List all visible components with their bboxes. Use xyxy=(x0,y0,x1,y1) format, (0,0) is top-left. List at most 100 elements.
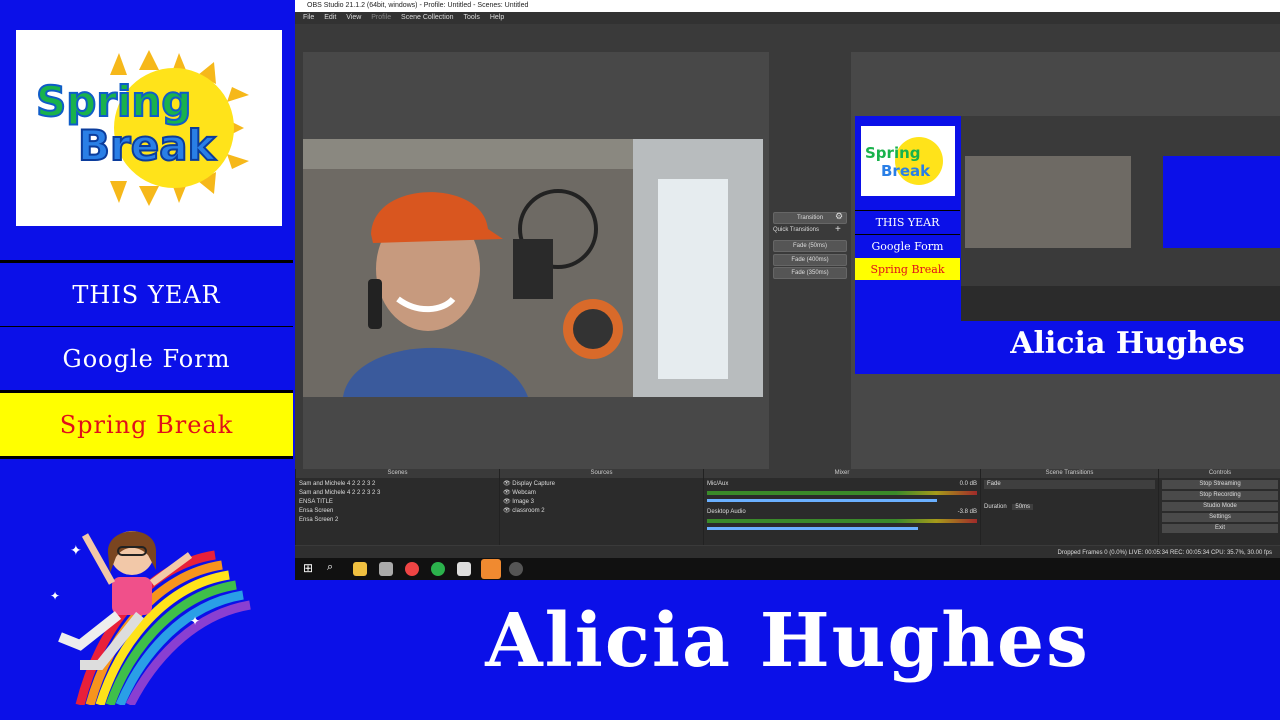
scene-item[interactable]: Sam and Michele 4 2 2 2 3 2 3 xyxy=(299,489,496,498)
mixer-dock: Mixer Mic/Aux 0.0 dB Desktop Audio -3.8 … xyxy=(703,469,980,545)
nested-webcam-image xyxy=(965,156,1131,248)
quick-transition-label: Fade (50ms) xyxy=(792,243,827,249)
settings-button[interactable]: Settings xyxy=(1162,513,1278,522)
track-name: Mic/Aux xyxy=(707,481,729,487)
duration-row: Duration 50ms xyxy=(984,503,1155,512)
mini-google-form-label: Google Form xyxy=(871,239,944,253)
mixer-track: Mic/Aux 0.0 dB xyxy=(707,480,977,502)
mini-this-year-label: THIS YEAR xyxy=(875,215,940,229)
program-pane[interactable]: Spring Break THIS YEAR Google Form Sprin… xyxy=(851,52,1280,488)
scene-transitions-title: Scene Transitions xyxy=(981,469,1158,478)
scene-item[interactable]: Sam and Michele 4 2 2 2 3 2 xyxy=(299,480,496,489)
scene-item[interactable]: ENSA TITLE xyxy=(299,498,496,507)
source-label: Webcam xyxy=(512,490,536,496)
exit-button[interactable]: Exit xyxy=(1162,524,1278,533)
source-label: Display Capture xyxy=(512,481,555,487)
mini-spring-break: Spring Break xyxy=(855,258,960,280)
sparkle-icon: ✦ xyxy=(70,542,82,558)
google-form-label: Google Form xyxy=(62,344,231,373)
stop-streaming-button[interactable]: Stop Streaming xyxy=(1162,480,1278,489)
quick-transition-3[interactable]: Fade (350ms) xyxy=(773,267,847,279)
eye-icon[interactable]: 👁 xyxy=(503,490,511,496)
transition-label: Transition xyxy=(796,215,824,221)
quick-transition-label: Fade (400ms) xyxy=(791,257,829,263)
window-title: OBS Studio 21.1.2 (64bit, windows) - Pro… xyxy=(307,2,529,9)
studio-canvas: Transition ⚙ Quick Transitions + Fade (5… xyxy=(295,24,1280,488)
program-output: Spring Break THIS YEAR Google Form Sprin… xyxy=(855,116,1280,374)
quick-transition-2[interactable]: Fade (400ms) xyxy=(773,254,847,266)
mini-this-year: THIS YEAR xyxy=(855,210,960,233)
scenes-dock: Scenes Sam and Michele 4 2 2 2 3 2 Sam a… xyxy=(295,469,499,545)
menu-tools[interactable]: Tools xyxy=(464,14,480,21)
active-app-icon[interactable] xyxy=(481,559,501,579)
quick-transition-1[interactable]: Fade (50ms) xyxy=(773,240,847,252)
source-item[interactable]: 👁 Display Capture xyxy=(503,480,700,489)
app-icon[interactable] xyxy=(379,562,393,576)
windows-start-icon[interactable]: ⊞ xyxy=(303,561,313,575)
transition-select[interactable]: Fade xyxy=(984,480,1155,489)
volume-meter xyxy=(707,491,977,495)
scenes-list: Sam and Michele 4 2 2 2 3 2 Sam and Mich… xyxy=(296,478,499,527)
menu-file[interactable]: File xyxy=(303,14,314,21)
add-icon[interactable]: + xyxy=(835,224,841,235)
source-label: classroom 2 xyxy=(512,508,545,514)
chrome-icon[interactable] xyxy=(405,562,419,576)
sparkle-icon: ✦ xyxy=(50,589,60,603)
source-label: Image 3 xyxy=(512,499,534,505)
hangouts-icon[interactable] xyxy=(431,562,445,576)
mini-logo-break: Break xyxy=(881,162,931,180)
this-year-label: THIS YEAR xyxy=(72,280,221,309)
quick-transition-label: Fade (350ms) xyxy=(791,270,829,276)
scene-item[interactable]: Ensa Screen 2 xyxy=(299,516,496,525)
mixer-title: Mixer xyxy=(704,469,980,478)
track-db: 0.0 dB xyxy=(959,481,977,487)
gear-icon[interactable]: ⚙ xyxy=(835,211,843,222)
eye-icon[interactable]: 👁 xyxy=(503,499,511,505)
source-item[interactable]: 👁 classroom 2 xyxy=(503,507,700,516)
program-name-text: Alicia Hughes xyxy=(1010,326,1245,361)
duration-input[interactable]: 50ms xyxy=(1012,504,1034,510)
logo-break-text: Break xyxy=(78,121,217,170)
nested-program-image xyxy=(1163,156,1280,248)
sparkle-icon: ✦ xyxy=(190,614,200,628)
search-icon[interactable]: ⌕ xyxy=(327,561,333,574)
webcam-feed-image xyxy=(303,139,763,397)
menu-edit[interactable]: Edit xyxy=(324,14,336,21)
sources-dock: Sources 👁 Display Capture 👁 Webcam 👁 Ima… xyxy=(499,469,703,545)
source-item[interactable]: 👁 Webcam xyxy=(503,489,700,498)
controls-title: Controls xyxy=(1159,469,1280,478)
menu-scene-collection[interactable]: Scene Collection xyxy=(401,14,454,21)
studio-mode-button[interactable]: Studio Mode xyxy=(1162,502,1278,511)
presenter-name: Alicia Hughes xyxy=(485,598,1090,684)
mixer-track: Desktop Audio -3.8 dB xyxy=(707,508,977,530)
mini-spring-break-label: Spring Break xyxy=(870,262,945,276)
track-name: Desktop Audio xyxy=(707,509,746,515)
obs-icon[interactable] xyxy=(509,562,523,576)
mini-google-form: Google Form xyxy=(855,234,960,257)
scene-transitions-dock: Scene Transitions Fade Duration 50ms xyxy=(980,469,1158,545)
scene-item[interactable]: Ensa Screen xyxy=(299,507,496,516)
volume-meter xyxy=(707,519,977,523)
photos-icon[interactable] xyxy=(457,562,471,576)
nested-docks xyxy=(961,286,1280,321)
volume-slider[interactable] xyxy=(707,527,918,530)
volume-slider[interactable] xyxy=(707,499,937,502)
name-banner: Alicia Hughes xyxy=(295,580,1280,720)
window-titlebar: OBS Studio 21.1.2 (64bit, windows) - Pro… xyxy=(295,0,1280,12)
file-explorer-icon[interactable] xyxy=(353,562,367,576)
stop-recording-button[interactable]: Stop Recording xyxy=(1162,491,1278,500)
google-form-button[interactable]: Google Form xyxy=(0,327,293,393)
menu-help[interactable]: Help xyxy=(490,14,504,21)
duration-label: Duration xyxy=(984,504,1007,510)
eye-icon[interactable]: 👁 xyxy=(503,508,511,514)
obs-window: OBS Studio 21.1.2 (64bit, windows) - Pro… xyxy=(295,0,1280,560)
eye-icon[interactable]: 👁 xyxy=(503,481,511,487)
preview-pane[interactable] xyxy=(303,52,769,488)
this-year-button[interactable]: THIS YEAR xyxy=(0,260,293,329)
windows-taskbar: ⊞ ⌕ xyxy=(295,558,1280,580)
source-item[interactable]: 👁 Image 3 xyxy=(503,498,700,507)
spring-break-button[interactable]: Spring Break xyxy=(0,393,293,459)
menu-profile[interactable]: Profile xyxy=(371,14,391,21)
nested-obs-capture xyxy=(961,116,1280,321)
menu-view[interactable]: View xyxy=(346,14,361,21)
